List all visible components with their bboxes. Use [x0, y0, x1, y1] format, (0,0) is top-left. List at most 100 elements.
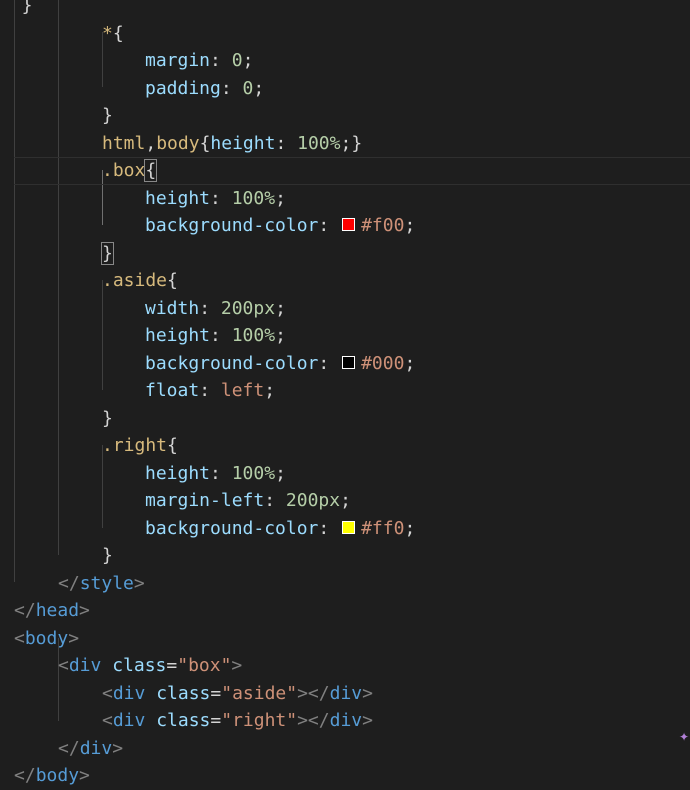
code-token: 200px — [220, 297, 276, 319]
code-token: style — [79, 572, 134, 594]
code-token: div — [79, 737, 113, 759]
code-line[interactable]: } — [0, 0, 33, 20]
color-swatch[interactable] — [342, 218, 356, 231]
code-line-current[interactable]: .box{ — [14, 157, 690, 185]
code-line[interactable]: </style> — [0, 570, 145, 598]
code-token: : — [264, 490, 286, 511]
code-line[interactable]: background-color: #000; — [0, 350, 415, 378]
code-line[interactable]: margin: 0; — [0, 47, 253, 75]
code-token: width — [145, 297, 200, 319]
code-token: ;} — [340, 132, 363, 154]
code-token: #f00 — [361, 215, 405, 236]
code-token: </ — [58, 572, 80, 594]
code-token: margin-left — [145, 490, 265, 511]
code-token: > — [79, 600, 90, 621]
code-line[interactable]: margin-left: 200px; — [0, 487, 351, 515]
code-token: = — [210, 710, 222, 731]
code-token: ; — [264, 380, 276, 401]
code-token: } — [0, 0, 33, 16]
code-token: > — [68, 627, 80, 649]
code-token: padding — [145, 77, 221, 99]
code-token: : — [210, 325, 232, 346]
code-token: ; — [275, 462, 286, 484]
code-token: * — [102, 22, 113, 44]
color-swatch[interactable] — [342, 520, 356, 534]
code-token: body — [35, 765, 80, 786]
code-token: ; — [242, 50, 254, 71]
code-token: </ — [14, 600, 36, 621]
code-line[interactable]: background-color: #f00; — [0, 212, 415, 240]
code-token: : — [220, 77, 243, 99]
code-token: class — [156, 682, 211, 704]
code-token: } — [102, 545, 113, 566]
code-line[interactable]: html,body{height: 100%;} — [0, 130, 362, 158]
code-line[interactable]: height: 100%; — [0, 185, 286, 213]
code-token: } — [102, 105, 113, 126]
code-token: { — [144, 159, 158, 182]
code-line[interactable]: <div class="box"> — [0, 652, 242, 680]
code-token: div — [68, 655, 102, 676]
code-line[interactable]: height: 100%; — [0, 322, 286, 350]
code-line[interactable]: width: 200px; — [0, 295, 286, 323]
code-token: div — [329, 710, 363, 731]
code-token: background-color — [145, 517, 319, 539]
code-token: { — [167, 270, 178, 291]
code-token: > — [112, 737, 124, 759]
code-line[interactable]: } — [0, 542, 113, 570]
code-token: : — [199, 297, 221, 319]
code-token: div — [112, 710, 146, 731]
code-token: : — [210, 187, 232, 209]
code-token: "box" — [177, 655, 232, 676]
code-token: </ — [58, 737, 80, 759]
code-editor[interactable]: } *{margin: 0; padding: 0;} html,body{heigh… — [0, 0, 690, 786]
code-line[interactable]: </head> — [0, 597, 90, 625]
code-line[interactable]: float: left; — [0, 377, 275, 405]
code-token: 100% — [231, 187, 276, 209]
code-token: } — [102, 407, 113, 429]
code-token: : — [210, 462, 232, 484]
code-token: ; — [340, 490, 351, 511]
code-token: body — [24, 627, 69, 649]
code-token: html — [102, 132, 146, 154]
code-token: float — [145, 380, 200, 401]
code-token: { — [112, 22, 124, 44]
code-token: = — [210, 682, 222, 704]
code-line[interactable]: height: 100%; — [0, 460, 286, 488]
code-token: div — [112, 682, 146, 704]
code-token: div — [329, 682, 363, 704]
code-token: height — [145, 187, 211, 209]
code-token: margin — [145, 50, 211, 71]
code-line[interactable]: } — [0, 240, 114, 268]
code-line[interactable]: padding: 0; — [0, 75, 264, 103]
code-token: > — [79, 765, 90, 786]
code-line[interactable]: <div class="aside"></div> — [0, 680, 373, 708]
code-token: : — [210, 50, 232, 71]
code-token: { — [199, 132, 211, 154]
code-token: .right — [102, 435, 168, 456]
code-line[interactable]: </div> — [0, 735, 123, 763]
code-line[interactable]: *{ — [0, 20, 124, 48]
code-line[interactable]: <div class="right"></div> — [0, 707, 373, 735]
code-token: 100% — [231, 462, 276, 484]
code-token: < — [14, 627, 25, 649]
code-line[interactable]: background-color: #ff0; — [0, 515, 415, 543]
code-line[interactable]: </body> — [0, 762, 90, 790]
code-token: > — [362, 682, 373, 704]
color-swatch[interactable] — [342, 355, 356, 369]
code-token: ; — [275, 297, 286, 319]
code-token: ; — [404, 215, 416, 236]
code-token: height — [145, 462, 211, 484]
code-line[interactable]: <body> — [0, 625, 79, 653]
code-token: < — [102, 682, 113, 704]
code-line[interactable]: } — [0, 102, 113, 130]
code-line[interactable]: .aside{ — [0, 267, 178, 295]
code-token: : — [318, 517, 341, 539]
code-line[interactable]: } — [0, 405, 113, 433]
code-token: : — [318, 352, 341, 374]
code-token: : — [275, 132, 298, 154]
code-token: < — [102, 710, 113, 731]
code-token: head — [35, 600, 80, 621]
code-line[interactable]: .right{ — [0, 432, 178, 460]
